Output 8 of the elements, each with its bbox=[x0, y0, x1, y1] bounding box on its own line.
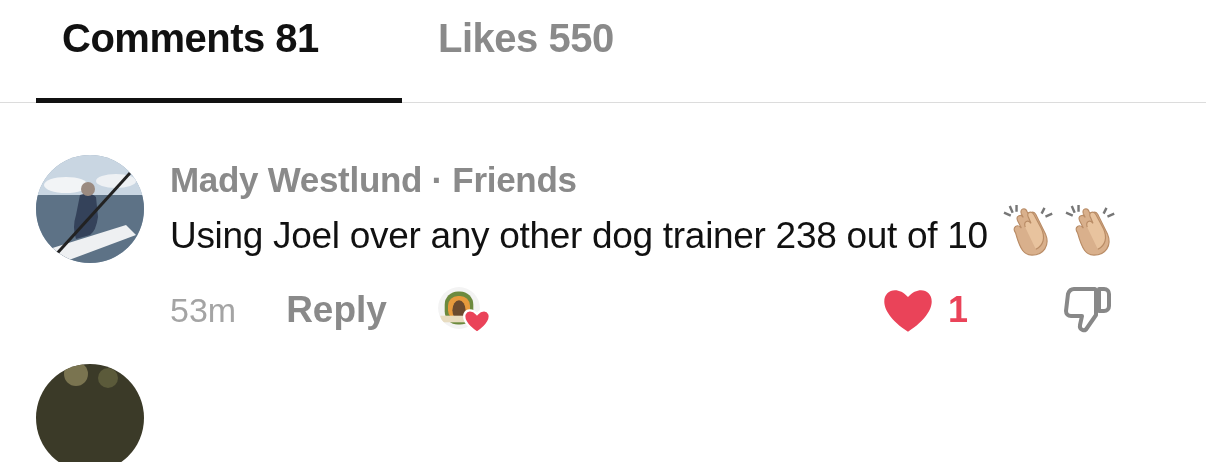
tab[interactable]: Comments 81 bbox=[36, 0, 402, 103]
like-count: 1 bbox=[947, 289, 968, 331]
tab[interactable]: Likes 550 bbox=[402, 0, 640, 103]
reply-link[interactable]: Reply bbox=[286, 289, 387, 331]
thumbs-down-icon[interactable] bbox=[1064, 285, 1114, 335]
comment-time: 53m bbox=[170, 290, 237, 330]
comment-text: Using Joel over any other dog trainer 238 out of 10 bbox=[170, 203, 1160, 268]
comment-author[interactable]: Mady Westlund · Friends bbox=[170, 159, 1160, 201]
